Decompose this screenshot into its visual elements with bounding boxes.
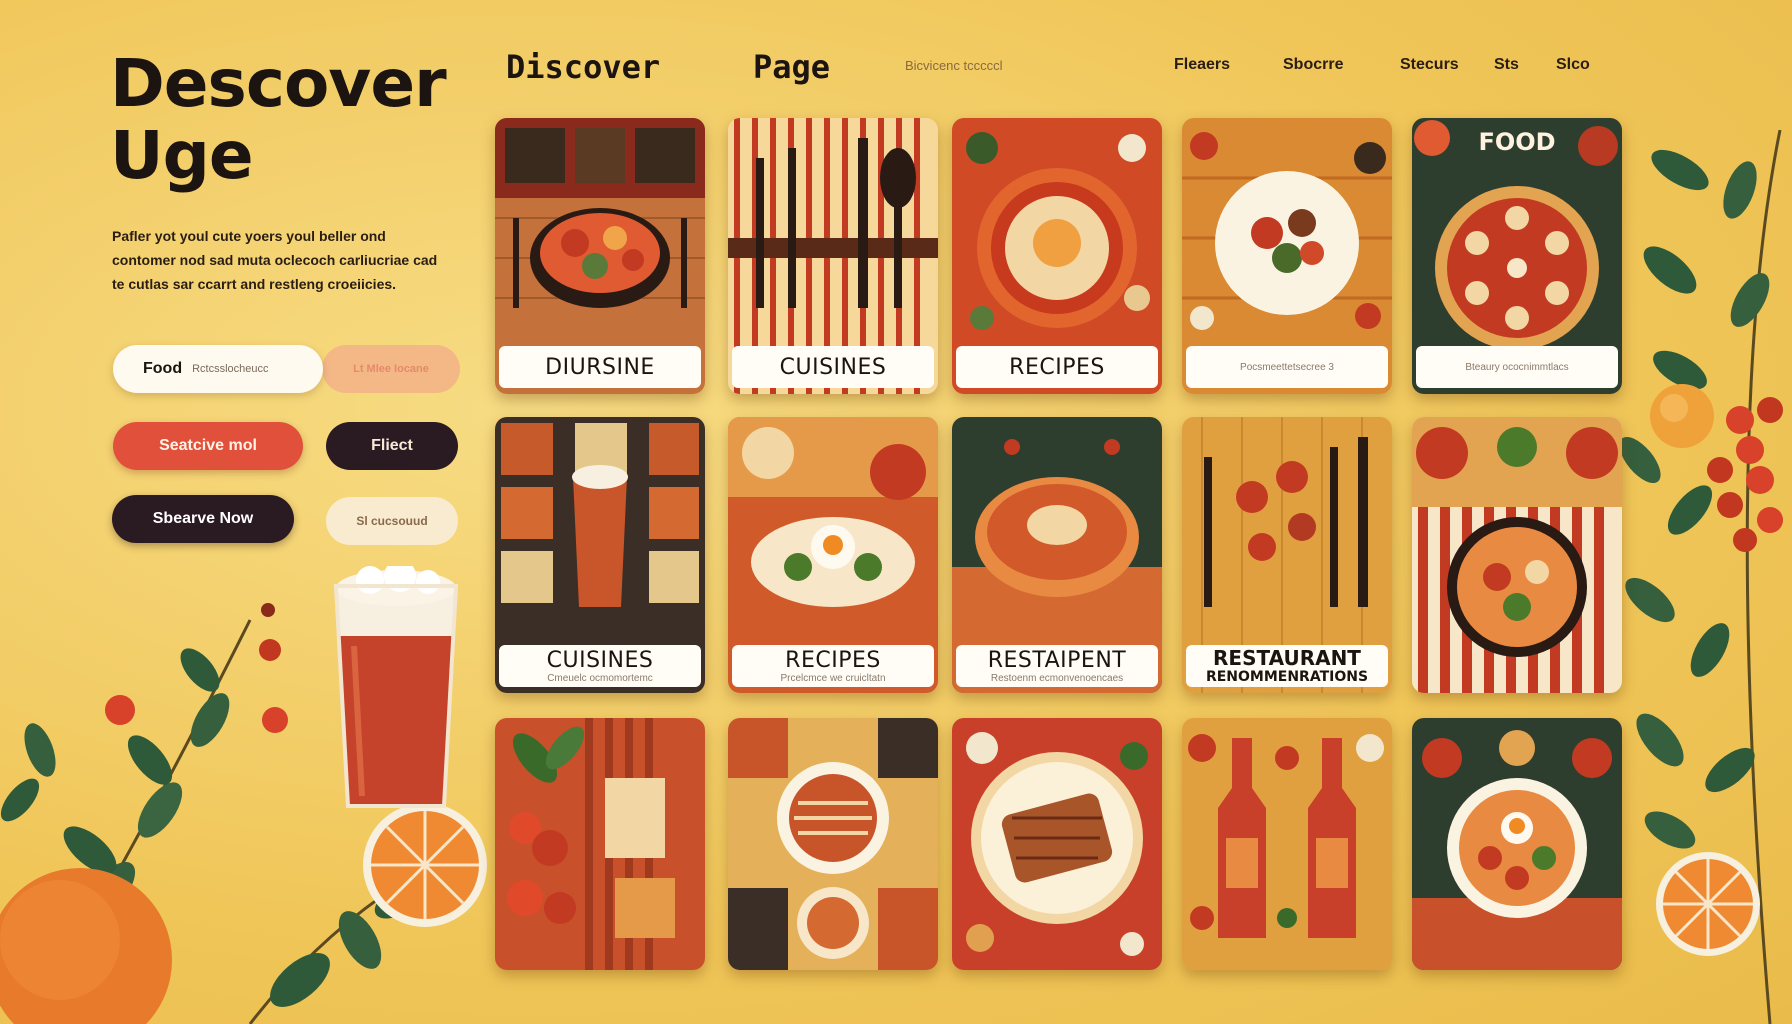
card-label-box: CUISINES [732,346,934,388]
plate-icon [1412,417,1622,693]
category-card[interactable]: CUISINES [728,118,938,394]
card-label-box: Bteaury ococnimmtlacs [1416,346,1618,388]
nav-brand[interactable]: Discover [506,48,660,86]
category-card[interactable]: DIURSINE [495,118,705,394]
filter-button[interactable]: Fliect [326,422,458,470]
nav-link-2[interactable]: Sbocrre [1283,56,1343,74]
card-label: RESTAURANT [1213,646,1361,670]
nav-link-3[interactable]: Stecurs [1400,56,1459,74]
category-card[interactable] [1412,417,1622,693]
category-card[interactable] [952,718,1162,970]
category-card[interactable]: Pocsmeettetsecree 3 [1182,118,1392,394]
card-label-box: Pocsmeettetsecree 3 [1186,346,1388,388]
card-label: DIURSINE [545,354,655,380]
category-card[interactable]: RESTAIPENT Restoenm ecmonvenoencaes [952,417,1162,693]
card-label-box: RESTAURANT RENOMMENRATIONS [1186,645,1388,687]
leaf-icon [495,718,705,970]
card-label-box: RECIPES [956,346,1158,388]
nav-link-4[interactable]: Sts [1494,56,1519,74]
food-secondary-button[interactable]: Lt Mlee Iocane [322,345,460,393]
search-button[interactable]: Seatcive mol [113,422,303,470]
card-label-small: Bteaury ococnimmtlacs [1465,361,1569,373]
category-card[interactable] [1182,718,1392,970]
right-decoration [1620,130,1783,1024]
card-tag: FOOD [1478,128,1556,156]
cherry-icon [1707,397,1783,552]
plate-icon [728,718,938,970]
card-label-small: Restoenm ecmonvenoencaes [990,673,1124,684]
card-label-box: DIURSINE [499,346,701,388]
nav-faint-text: Bicvicenc tcccccl [905,58,1003,73]
category-card[interactable]: CUISINES Cmeuelc ocmomortemc [495,417,705,693]
card-label: RESTAIPENT [987,648,1127,673]
card-label: RECIPES [785,648,881,673]
nav-link-5[interactable]: Slco [1556,56,1590,74]
card-label-2: RENOMMENRATIONS [1205,669,1369,685]
hero-title-line1: Descover [110,45,447,122]
observe-now-button[interactable]: Sbearve Now [112,495,294,543]
card-label-small: Prcelcmce we cruicltatn [780,673,886,684]
top-nav: Discover Page Bicvicenc tcccccl Fleaers … [500,48,1640,88]
bottle-icon [1182,718,1392,970]
hero-title: Descover Uge [110,45,447,194]
plate-icon [1412,718,1622,970]
plate-icon [952,718,1162,970]
card-label-box: RECIPES Prcelcmce we cruicltatn [732,645,934,687]
hero-title-line2: Uge [110,117,254,194]
food-button-sub: Rctcsslocheucc [192,363,269,375]
food-button[interactable]: Food Rctcsslocheucc [113,345,323,393]
category-card[interactable] [495,718,705,970]
card-label-small: Pocsmeettetsecree 3 [1240,361,1334,373]
category-card[interactable] [728,718,938,970]
category-card[interactable]: RECIPES Prcelcmce we cruicltatn [728,417,938,693]
card-label-small: Cmeuelc ocmomortemc [547,673,653,684]
category-card[interactable]: RESTAURANT RENOMMENRATIONS [1182,417,1392,693]
card-label: CUISINES [546,648,654,673]
nav-link-1[interactable]: Fleaers [1174,56,1230,74]
food-button-label: Food [143,360,183,377]
light-button[interactable]: Sl cucsouud [326,497,458,545]
card-label-box: CUISINES Cmeuelc ocmomortemc [499,645,701,687]
nav-page-title[interactable]: Page [753,48,830,86]
card-label: RECIPES [1009,354,1105,380]
intro-text: Pafler yot youl cute yoers youl beller o… [112,228,438,292]
category-card[interactable]: FOOD Bteaury ococnimmtlacs [1412,118,1622,394]
card-label-box: RESTAIPENT Restoenm ecmonvenoencaes [956,645,1158,687]
category-card[interactable]: RECIPES [952,118,1162,394]
card-label: CUISINES [779,354,887,380]
hero-beer-glass-icon [333,566,459,808]
category-card[interactable] [1412,718,1622,970]
